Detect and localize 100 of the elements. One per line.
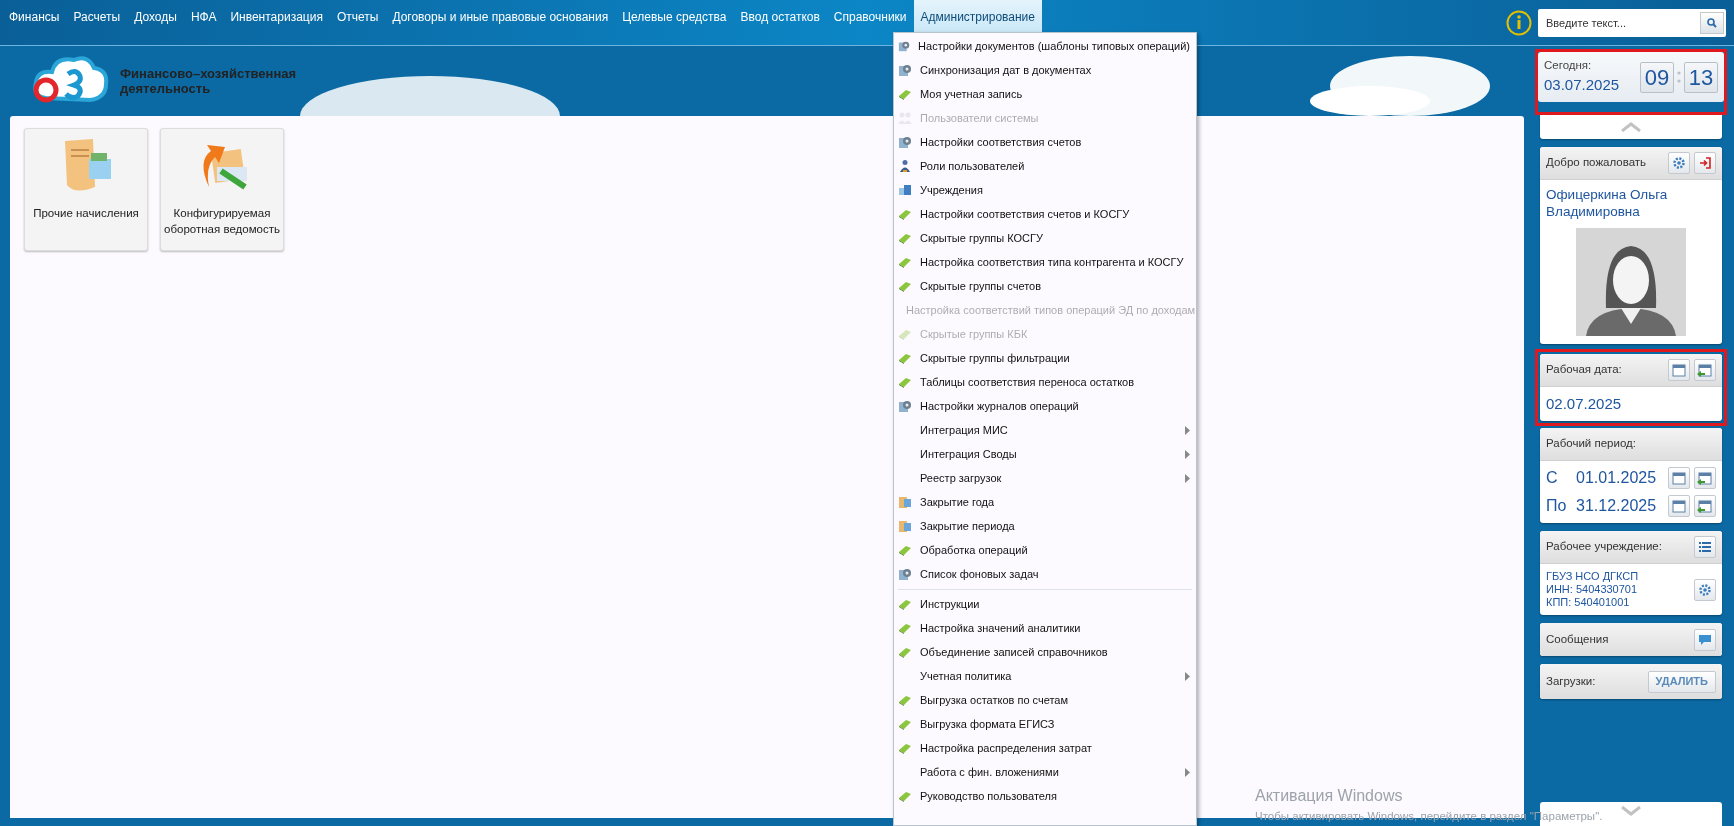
search-icon — [1707, 17, 1717, 28]
menu-item[interactable]: Настройки соответствия счетов и КОСГУ — [894, 202, 1196, 226]
menu-item[interactable]: Реестр загрузок — [894, 466, 1196, 490]
clock-minutes: 13 — [1684, 61, 1718, 93]
calendar-reset-button[interactable] — [1694, 467, 1716, 489]
menu-tab[interactable]: Инвентаризация — [223, 0, 330, 46]
menu-item[interactable]: Интеграция МИС — [894, 418, 1196, 442]
chevron-up-icon — [1621, 122, 1641, 132]
work-period-label: Рабочий период: — [1546, 436, 1636, 452]
menu-item[interactable]: Интеграция Своды — [894, 442, 1196, 466]
submenu-arrow-icon — [1185, 473, 1190, 483]
menu-item[interactable]: Закрытие периода — [894, 514, 1196, 538]
book-icon — [898, 207, 912, 221]
period-prefix: По — [1546, 496, 1568, 516]
gear-icon — [898, 63, 912, 77]
speech-bubble-icon — [1698, 633, 1712, 646]
settings-button[interactable] — [1668, 152, 1690, 174]
building-icon — [898, 183, 912, 197]
menu-item[interactable]: Учетная политика — [894, 664, 1196, 688]
menu-item[interactable]: Список фоновых задач — [894, 562, 1196, 586]
calendar-button[interactable] — [1668, 495, 1690, 517]
book-icon — [898, 255, 912, 269]
book-icon — [898, 645, 912, 659]
menu-item[interactable]: Скрытые группы КОСГУ — [894, 226, 1196, 250]
menu-tab[interactable]: Расчеты — [66, 0, 128, 46]
settings-button[interactable] — [1694, 578, 1716, 601]
app-title: Финансово–хозяйственная деятельность — [120, 66, 298, 96]
calendar-icon — [1671, 499, 1687, 513]
book-icon — [898, 87, 912, 101]
submenu-arrow-icon — [1185, 449, 1190, 459]
menu-item[interactable]: Учреждения — [894, 178, 1196, 202]
calendar-button[interactable] — [1668, 467, 1690, 489]
menu-tab[interactable]: Финансы — [2, 0, 67, 46]
gear-icon — [898, 135, 912, 149]
logout-icon — [1699, 157, 1711, 169]
book-icon — [898, 231, 912, 245]
menu-item[interactable]: Синхронизация дат в документах — [894, 58, 1196, 82]
menu-item[interactable]: Роли пользователей — [894, 154, 1196, 178]
book-icon — [898, 375, 912, 389]
menu-item[interactable]: Скрытые группы фильтрации — [894, 346, 1196, 370]
menu-item[interactable]: Выгрузка формата ЕГИСЗ — [894, 712, 1196, 736]
institution-line: КПП: 540401001 — [1546, 596, 1631, 609]
menu-item[interactable]: Настройка значений аналитики — [894, 616, 1196, 640]
book-icon — [898, 693, 912, 707]
submenu-arrow-icon — [1185, 425, 1190, 435]
book-icon — [898, 741, 912, 755]
menu-tab[interactable]: НФА — [183, 0, 224, 46]
today-date: 03.07.2025 — [1544, 75, 1620, 96]
menu-item[interactable]: Выгрузка остатков по счетам — [894, 688, 1196, 712]
activation-title: Активация Windows — [1255, 786, 1404, 806]
menu-item[interactable]: Закрытие года — [894, 490, 1196, 514]
messages-label: Сообщения — [1546, 631, 1609, 647]
calendar-reset-button[interactable] — [1694, 495, 1716, 517]
work-date-label: Рабочая дата: — [1546, 362, 1622, 378]
gear-icon — [898, 567, 912, 581]
book-icon — [898, 327, 912, 341]
menu-tab[interactable]: Целевые средства — [615, 0, 734, 46]
calendar-icon — [1671, 471, 1687, 485]
menu-item[interactable]: Настройки журналов операций — [894, 394, 1196, 418]
list-button[interactable] — [1694, 536, 1716, 558]
module-tile[interactable]: Конфигурируемая оборотная ведомость — [160, 128, 284, 251]
menu-item[interactable]: Работа с фин. вложениями — [894, 760, 1196, 784]
menu-item[interactable]: Настройки соответствия счетов — [894, 130, 1196, 154]
menu-item[interactable]: Настройка соответствия типа контрагента и КОСГУ — [894, 250, 1196, 274]
work-date: 02.07.2025 — [1546, 393, 1622, 414]
menu-item[interactable]: Руководство пользователя — [894, 784, 1196, 808]
messages-button[interactable] — [1694, 628, 1716, 651]
submenu-arrow-icon — [1185, 767, 1190, 777]
menu-tab[interactable]: Отчеты — [329, 0, 386, 46]
chevron-down-icon — [1621, 806, 1641, 816]
menu-item[interactable]: Настройка распределения затрат — [894, 736, 1196, 760]
period-date: 01.01.2025 — [1576, 468, 1658, 488]
menu-item[interactable]: Инструкции — [894, 592, 1196, 616]
menu-item[interactable]: Скрытые группы счетов — [894, 274, 1196, 298]
gear-icon — [898, 39, 911, 53]
period-date: 31.12.2025 — [1576, 496, 1658, 516]
clock-hours: 09 — [1640, 61, 1674, 93]
user-name: Офицеркина Ольга Владимировна — [1545, 186, 1669, 220]
menu-item[interactable]: Объединение записей справочников — [894, 640, 1196, 664]
calendar-button[interactable] — [1668, 359, 1690, 381]
calendar-icon — [1671, 363, 1687, 377]
submenu-arrow-icon — [1185, 671, 1190, 681]
menu-item[interactable]: Моя учетная запись — [894, 82, 1196, 106]
institution-line: ИНН: 5404330701 — [1546, 583, 1639, 596]
menu-tab[interactable]: Доходы — [127, 0, 184, 46]
menu-item[interactable]: Обработка операций — [894, 538, 1196, 562]
menu-item[interactable]: Таблицы соответствия переноса остатков — [894, 370, 1196, 394]
calendar-reset-button[interactable] — [1694, 359, 1716, 381]
menu-tab[interactable]: Ввод остатков — [733, 0, 827, 46]
module-tile[interactable]: Прочие начисления — [24, 128, 148, 251]
folder-icon — [898, 495, 912, 509]
menu-tab[interactable]: Договоры и иные правовые основания — [385, 0, 616, 46]
settings-icon — [1673, 157, 1685, 169]
institution-line: ГБУЗ НСО ДГКСП — [1546, 570, 1639, 583]
logout-button[interactable] — [1694, 152, 1716, 174]
book-icon — [898, 717, 912, 731]
info-icon[interactable] — [1506, 9, 1532, 36]
list-icon — [1699, 542, 1711, 552]
book-icon — [898, 543, 912, 557]
search-button[interactable] — [1700, 11, 1724, 34]
